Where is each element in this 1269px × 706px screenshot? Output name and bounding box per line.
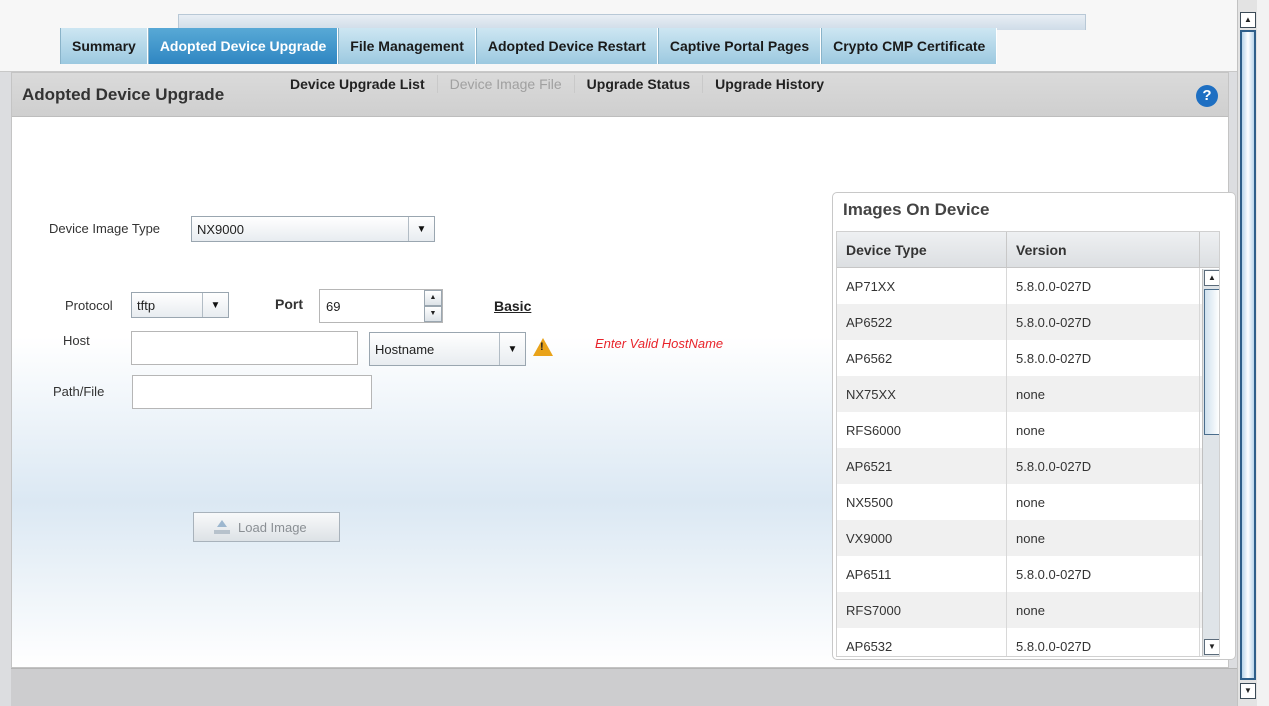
version-cell: none: [1007, 520, 1200, 556]
divider: [573, 75, 575, 93]
subnav-device-upgrade-list[interactable]: Device Upgrade List: [290, 76, 425, 92]
table-row[interactable]: RFS7000 none: [837, 592, 1219, 628]
tab-adopted-device-restart[interactable]: Adopted Device Restart: [475, 28, 658, 64]
table-row[interactable]: AP6511 5.8.0.0-027D: [837, 556, 1219, 592]
divider: [436, 75, 438, 93]
device-type-cell: RFS7000: [837, 592, 1007, 628]
column-header-version[interactable]: Version: [1007, 232, 1200, 267]
chevron-down-icon: ▼: [408, 217, 434, 241]
device-type-cell: NX75XX: [837, 376, 1007, 412]
column-header-device-type[interactable]: Device Type: [837, 232, 1007, 267]
table-row[interactable]: AP6562 5.8.0.0-027D: [837, 340, 1219, 376]
chevron-down-icon: ▼: [202, 293, 228, 317]
device-type-cell: AP71XX: [837, 268, 1007, 304]
device-type-cell: AP6562: [837, 340, 1007, 376]
help-icon[interactable]: ?: [1196, 85, 1218, 107]
version-cell: none: [1007, 412, 1200, 448]
device-type-cell: AP6511: [837, 556, 1007, 592]
scroll-down-icon[interactable]: ▼: [1204, 639, 1219, 655]
basic-link[interactable]: Basic: [494, 298, 531, 314]
device-image-type-value: NX9000: [197, 221, 244, 237]
table-row[interactable]: AP6521 5.8.0.0-027D: [837, 448, 1219, 484]
version-cell: 5.8.0.0-027D: [1007, 304, 1200, 340]
version-cell: 5.8.0.0-027D: [1007, 628, 1200, 656]
table-row[interactable]: AP6522 5.8.0.0-027D: [837, 304, 1219, 340]
device-type-cell: RFS6000: [837, 412, 1007, 448]
sub-navigation: Device Upgrade List Device Image File Up…: [290, 75, 824, 93]
table-row[interactable]: AP71XX 5.8.0.0-027D: [837, 268, 1219, 304]
protocol-label: Protocol: [65, 298, 113, 313]
host-label: Host: [63, 333, 90, 348]
version-cell: 5.8.0.0-027D: [1007, 268, 1200, 304]
device-type-cell: AP6522: [837, 304, 1007, 340]
upload-icon: [214, 520, 230, 534]
page-scrollbar[interactable]: ▲ ▼: [1237, 0, 1257, 706]
version-cell: none: [1007, 376, 1200, 412]
tab-adopted-device-upgrade[interactable]: Adopted Device Upgrade: [147, 28, 339, 64]
tab-summary[interactable]: Summary: [60, 28, 148, 64]
decrement-icon[interactable]: ▼: [424, 306, 442, 322]
subnav-upgrade-status[interactable]: Upgrade Status: [587, 76, 690, 92]
protocol-value: tftp: [137, 297, 156, 313]
tab-captive-portal-pages[interactable]: Captive Portal Pages: [657, 28, 822, 64]
table-row[interactable]: NX75XX none: [837, 376, 1219, 412]
host-type-value: Hostname: [375, 341, 435, 357]
tab-bar: Summary Adopted Device Upgrade File Mana…: [0, 0, 1237, 72]
device-type-cell: AP6521: [837, 448, 1007, 484]
port-value: 69: [326, 299, 341, 314]
table-row[interactable]: VX9000 none: [837, 520, 1219, 556]
page-title: Adopted Device Upgrade: [22, 85, 225, 104]
footer-bar: [11, 668, 1237, 706]
images-on-device-title: Images On Device: [843, 200, 990, 219]
protocol-select[interactable]: tftp ▼: [131, 292, 229, 318]
images-table: Device Type Version AP71XX 5.8.0.0-027D A…: [836, 231, 1220, 657]
path-file-input[interactable]: [132, 375, 372, 409]
table-row[interactable]: RFS6000 none: [837, 412, 1219, 448]
version-cell: none: [1007, 484, 1200, 520]
version-cell: none: [1007, 592, 1200, 628]
images-on-device-panel: Images On Device Device Type Version AP7…: [832, 192, 1236, 660]
host-type-select[interactable]: Hostname ▼: [369, 332, 526, 366]
version-cell: 5.8.0.0-027D: [1007, 556, 1200, 592]
chevron-down-icon: ▼: [499, 333, 525, 365]
divider: [702, 75, 704, 93]
version-cell: 5.8.0.0-027D: [1007, 340, 1200, 376]
tab-crypto-cmp-certificate[interactable]: Crypto CMP Certificate: [821, 28, 998, 64]
device-type-cell: NX5500: [837, 484, 1007, 520]
tab-list: Summary Adopted Device Upgrade File Mana…: [60, 28, 998, 64]
host-input[interactable]: [131, 331, 358, 365]
table-row[interactable]: NX5500 none: [837, 484, 1219, 520]
table-header: Device Type Version: [837, 232, 1219, 268]
device-image-type-label: Device Image Type: [49, 221, 161, 236]
scrollbar-thumb[interactable]: [1204, 289, 1219, 435]
load-image-button[interactable]: Load Image: [193, 512, 340, 542]
version-cell: 5.8.0.0-027D: [1007, 448, 1200, 484]
device-image-type-select[interactable]: NX9000 ▼: [191, 216, 435, 242]
subnav-device-image-file[interactable]: Device Image File: [450, 76, 562, 92]
scroll-up-icon[interactable]: ▲: [1240, 12, 1256, 28]
scroll-up-icon[interactable]: ▲: [1204, 270, 1219, 286]
device-type-cell: VX9000: [837, 520, 1007, 556]
table-scrollbar[interactable]: ▲ ▼: [1202, 269, 1219, 656]
table-body: AP71XX 5.8.0.0-027D AP6522 5.8.0.0-027D AP…: [837, 268, 1219, 656]
table-row[interactable]: AP6532 5.8.0.0-027D: [837, 628, 1219, 656]
increment-icon[interactable]: ▲: [424, 290, 442, 306]
host-error-message: Enter Valid HostName: [595, 336, 724, 351]
warning-icon: !: [533, 338, 553, 356]
scroll-down-icon[interactable]: ▼: [1240, 683, 1256, 699]
scrollbar-thumb[interactable]: [1240, 30, 1256, 680]
subnav-upgrade-history[interactable]: Upgrade History: [715, 76, 824, 92]
path-file-label: Path/File: [53, 384, 105, 399]
tab-file-management[interactable]: File Management: [338, 28, 476, 64]
load-image-label: Load Image: [238, 519, 307, 535]
port-label: Port: [275, 296, 303, 312]
device-type-cell: AP6532: [837, 628, 1007, 656]
port-stepper[interactable]: 69 ▲ ▼: [319, 289, 443, 323]
